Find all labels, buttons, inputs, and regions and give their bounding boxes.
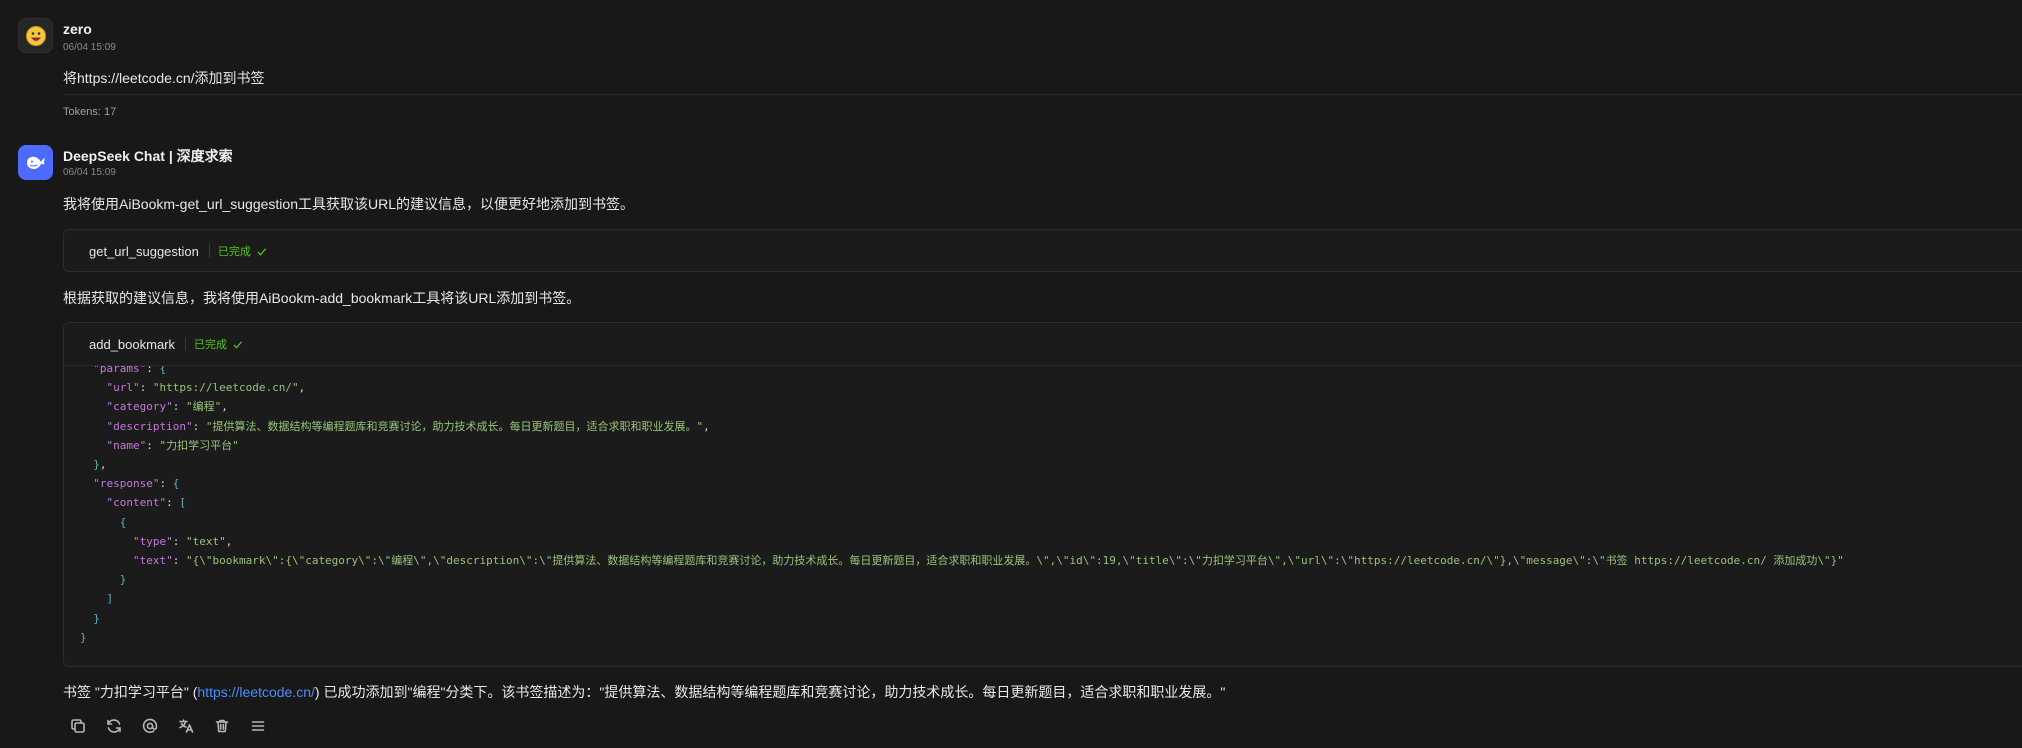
message-actions [68, 716, 268, 736]
refresh-icon [107, 719, 121, 733]
tool-separator [208, 244, 210, 258]
delete-button[interactable] [212, 716, 232, 736]
tool-header[interactable]: add_bookmark 已完成 [64, 323, 2022, 365]
check-icon [257, 247, 266, 256]
check-icon [233, 340, 243, 349]
bot-intro-text: 我将使用AiBookm-get_url_suggestion工具获取该URL的建… [63, 196, 634, 212]
tool-name: get_url_suggestion [89, 243, 199, 259]
tool-status-label: 已完成 [217, 246, 251, 258]
token-count: Tokens: 17 [63, 106, 117, 118]
response-text: {\"bookmark\":{\"category\":\"编程\",\"des… [192, 554, 1838, 568]
user-avatar [18, 18, 53, 53]
more-button[interactable] [248, 716, 268, 736]
param-url: https://leetcode.cn/ [159, 381, 292, 395]
mention-button[interactable] [140, 716, 160, 736]
copy-button[interactable] [68, 716, 88, 736]
regenerate-button[interactable] [104, 716, 124, 736]
tool-status: 已完成 [194, 336, 243, 352]
bookmark-link[interactable]: https://leetcode.cn/ [197, 684, 315, 700]
menu-icon [251, 721, 265, 731]
bot-final-text: 书签 "力扣学习平台" (https://leetcode.cn/) 已成功添加… [63, 682, 1225, 702]
param-name: 力扣学习平台 [166, 438, 233, 452]
tool-header[interactable]: get_url_suggestion 已完成 [64, 230, 2022, 272]
final-text-after: ) 已成功添加到"编程"分类下。该书签描述为："提供算法、数据结构等编程题库和竞… [314, 684, 1226, 700]
param-category: 编程 [192, 400, 215, 414]
tool-code-block[interactable]: "params": { "url": "https://leetcode.cn/… [64, 365, 2022, 666]
tool-status-label: 已完成 [194, 339, 227, 351]
tool-separator [185, 337, 186, 351]
user-name: zero [63, 21, 92, 37]
copy-icon [71, 719, 85, 733]
tool-name: add_bookmark [89, 336, 175, 352]
mention-icon [142, 718, 158, 734]
user-message-time: 06/04 15:09 [63, 42, 116, 53]
response-type: text [192, 534, 220, 548]
deepseek-whale-icon [26, 156, 45, 169]
translate-icon [179, 719, 194, 733]
tool-json-output: "params": { "url": "https://leetcode.cn/… [80, 365, 1844, 644]
message-divider [63, 94, 2022, 95]
tool-status: 已完成 [218, 243, 267, 259]
bot-name: DeepSeek Chat | 深度求索 [63, 148, 233, 164]
trash-icon [215, 719, 229, 733]
user-message-text: 将https://leetcode.cn/添加到书签 [63, 70, 265, 86]
bot-message-time: 06/04 15:09 [63, 167, 116, 178]
tool-call-add-bookmark[interactable]: add_bookmark 已完成 "params": { "url": "htt… [63, 322, 2022, 667]
bot-avatar [18, 145, 53, 180]
final-text-before: 书签 "力扣学习平台" ( [63, 684, 198, 700]
smiley-icon [25, 25, 46, 46]
tool-call-get-url-suggestion[interactable]: get_url_suggestion 已完成 [63, 229, 2022, 272]
bot-middle-text: 根据获取的建议信息，我将使用AiBookm-add_bookmark工具将该UR… [63, 290, 581, 306]
param-description: 提供算法、数据结构等编程题库和竞赛讨论，助力技术成长。每日更新题目，适合求职和职… [212, 419, 697, 433]
translate-button[interactable] [176, 716, 196, 736]
